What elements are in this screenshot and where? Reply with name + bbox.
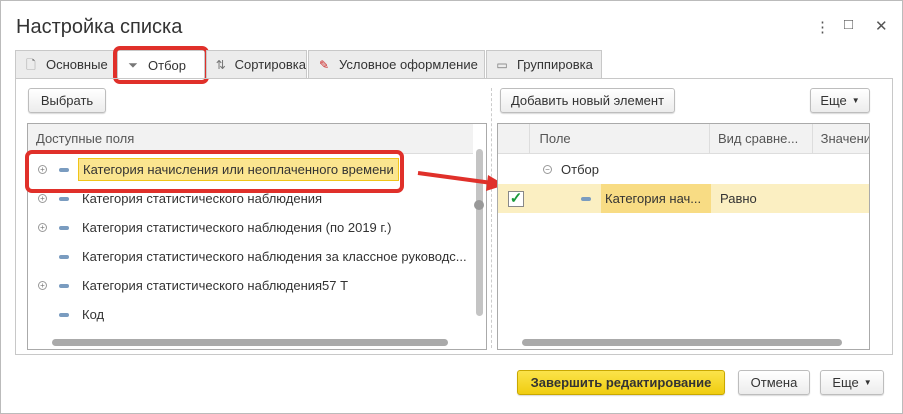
check-col-header xyxy=(498,124,530,153)
document-icon: 🗋 xyxy=(26,57,36,72)
col-field[interactable]: Поле xyxy=(530,131,709,146)
brush-icon: ✎ xyxy=(318,57,330,72)
filter-table[interactable]: Поле Вид сравне... Значени − Отбор ✓ Кат… xyxy=(497,123,870,350)
dropdown-icon: ▼ xyxy=(851,96,860,105)
tab-label: Группировка xyxy=(517,57,593,72)
choose-button[interactable]: Выбрать xyxy=(28,88,106,113)
add-element-button[interactable]: Добавить новый элемент xyxy=(500,88,675,113)
table-header: Поле Вид сравне... Значени xyxy=(498,124,869,154)
field-icon xyxy=(59,254,69,259)
row-comparison: Равно xyxy=(720,191,757,206)
list-item[interactable]: + Категория статистического наблюдения (п… xyxy=(28,213,448,242)
expand-icon[interactable]: + xyxy=(38,194,47,203)
row-field: Категория нач... xyxy=(601,184,711,213)
row-checkbox[interactable]: ✓ xyxy=(508,190,524,207)
col-value[interactable]: Значени xyxy=(811,124,869,153)
more-label: Еще xyxy=(832,375,859,390)
maximize-icon[interactable]: □ xyxy=(844,16,853,33)
dialog-title: Настройка списка xyxy=(16,16,183,38)
highlight-frame xyxy=(25,150,404,193)
tab-label: Основные xyxy=(46,57,108,72)
more-label: Еще xyxy=(820,93,847,108)
arrow-annotation xyxy=(417,171,505,191)
splitter[interactable] xyxy=(491,88,492,348)
list-item-label: Код xyxy=(82,307,105,322)
scroll-thumb[interactable] xyxy=(474,200,484,210)
dropdown-icon: ▼ xyxy=(863,378,872,387)
field-icon xyxy=(59,283,69,288)
cancel-button[interactable]: Отмена xyxy=(738,370,810,395)
more-menu-icon[interactable]: ⋮ xyxy=(815,18,830,36)
more-button[interactable]: Еще ▼ xyxy=(810,88,870,113)
finish-editing-button[interactable]: Завершить редактирование xyxy=(517,370,725,395)
tab-sort[interactable]: ⇅ Сортировка xyxy=(206,50,307,78)
tab-label: Условное оформление xyxy=(339,57,478,72)
collapse-icon[interactable]: − xyxy=(543,165,552,174)
tab-grouping[interactable]: ▭ Группировка xyxy=(486,50,602,78)
field-icon xyxy=(581,196,591,201)
grouping-icon: ▭ xyxy=(496,57,508,72)
tab-basic[interactable]: 🗋 Основные xyxy=(15,50,115,78)
field-icon xyxy=(59,312,69,317)
field-icon xyxy=(59,225,69,230)
list-item-label: Категория статистического наблюдения (по… xyxy=(82,220,392,235)
tab-label: Сортировка xyxy=(234,57,306,72)
tab-conditional-format[interactable]: ✎ Условное оформление xyxy=(308,50,485,78)
col-comparison[interactable]: Вид сравне... xyxy=(709,124,812,153)
expand-icon[interactable]: + xyxy=(38,281,47,290)
close-icon[interactable]: ✕ xyxy=(875,17,888,35)
list-item[interactable]: Код xyxy=(28,300,448,329)
field-icon xyxy=(59,196,69,201)
horizontal-scrollbar[interactable] xyxy=(52,339,448,346)
sort-icon: ⇅ xyxy=(215,57,226,72)
footer-more-button[interactable]: Еще ▼ xyxy=(820,370,884,395)
list-item-label: Категория статистического наблюдения57 Т xyxy=(82,278,349,293)
group-label: Отбор xyxy=(561,162,599,177)
list-item[interactable]: + Категория статистического наблюдения57 … xyxy=(28,271,448,300)
list-item-label: Категория статистического наблюдения xyxy=(82,191,323,206)
horizontal-scrollbar[interactable] xyxy=(522,339,842,346)
list-item-label: Категория статистического наблюдения за … xyxy=(82,249,467,264)
expand-icon[interactable]: + xyxy=(38,223,47,232)
list-item[interactable]: Категория статистического наблюдения за … xyxy=(28,242,467,271)
group-row[interactable]: − Отбор xyxy=(498,155,869,184)
table-row[interactable]: ✓ Категория нач... Равно xyxy=(498,184,869,213)
